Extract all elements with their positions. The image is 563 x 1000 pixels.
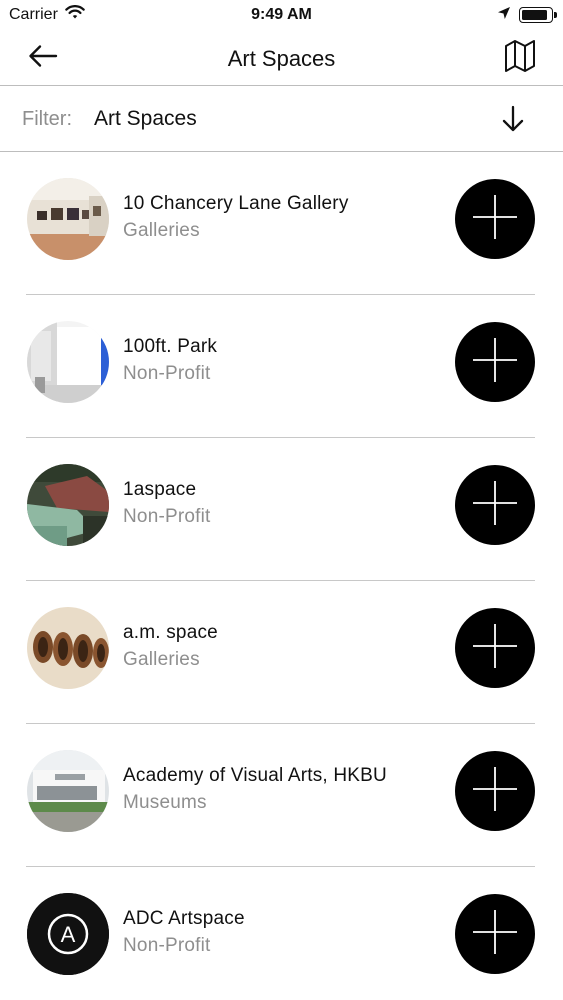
add-button[interactable] [455, 322, 535, 402]
battery-icon [519, 7, 557, 23]
plus-icon [470, 335, 520, 390]
plus-icon [470, 907, 520, 962]
list-item[interactable]: A ADC Artspace Non-Profit [0, 867, 563, 1000]
wifi-icon [65, 5, 85, 25]
filter-value: Art Spaces [94, 107, 197, 130]
space-category: Non-Profit [123, 506, 211, 527]
space-category: Non-Profit [123, 363, 211, 384]
building-exterior-photo [27, 750, 109, 832]
filter-bar[interactable]: Filter: Art Spaces [0, 86, 563, 152]
arrow-down-icon[interactable] [499, 104, 527, 134]
gallery-interior-photo [27, 178, 109, 260]
plus-icon [470, 764, 520, 819]
space-category: Museums [123, 792, 207, 813]
adc-logo-letter: A [61, 922, 76, 947]
status-bar: Carrier 9:49 AM [0, 0, 563, 30]
plus-icon [470, 192, 520, 247]
space-category: Non-Profit [123, 935, 211, 956]
white-room-photo [27, 321, 109, 403]
art-spaces-list: 10 Chancery Lane Gallery Galleries 100ft… [0, 152, 563, 1000]
filter-label: Filter: [22, 108, 72, 130]
location-arrow-icon [497, 6, 511, 25]
screen: Carrier 9:49 AM Art Spaces Filter: Art S… [0, 0, 563, 1000]
add-button[interactable] [455, 608, 535, 688]
adc-logo: A [27, 893, 109, 975]
add-button[interactable] [455, 894, 535, 974]
battery-fill [522, 10, 548, 20]
status-left: Carrier [9, 5, 85, 25]
status-right [497, 6, 557, 25]
space-name: ADC Artspace [123, 908, 245, 929]
add-button[interactable] [455, 751, 535, 831]
space-name: 100ft. Park [123, 336, 218, 357]
space-name: a.m. space [123, 622, 218, 643]
add-button[interactable] [455, 179, 535, 259]
add-button[interactable] [455, 465, 535, 545]
space-category: Galleries [123, 220, 200, 241]
map-button[interactable] [503, 39, 537, 78]
space-name: 10 Chancery Lane Gallery [123, 193, 349, 214]
list-item[interactable]: 100ft. Park Non-Profit [0, 295, 563, 438]
space-name: 1aspace [123, 479, 197, 500]
list-item[interactable]: 1aspace Non-Profit [0, 438, 563, 581]
page-title: Art Spaces [227, 46, 336, 71]
space-name: Academy of Visual Arts, HKBU [123, 765, 387, 786]
space-category: Galleries [123, 649, 200, 670]
plus-icon [470, 621, 520, 676]
map-icon [504, 39, 536, 78]
carrier-label: Carrier [9, 6, 58, 23]
rooftops-photo [27, 464, 109, 546]
pipes-sculpture-photo [27, 607, 109, 689]
list-item[interactable]: a.m. space Galleries [0, 581, 563, 724]
list-item[interactable]: 10 Chancery Lane Gallery Galleries [0, 152, 563, 295]
nav-bar: Art Spaces [0, 30, 563, 86]
plus-icon [470, 478, 520, 533]
list-item[interactable]: Academy of Visual Arts, HKBU Museums [0, 724, 563, 867]
